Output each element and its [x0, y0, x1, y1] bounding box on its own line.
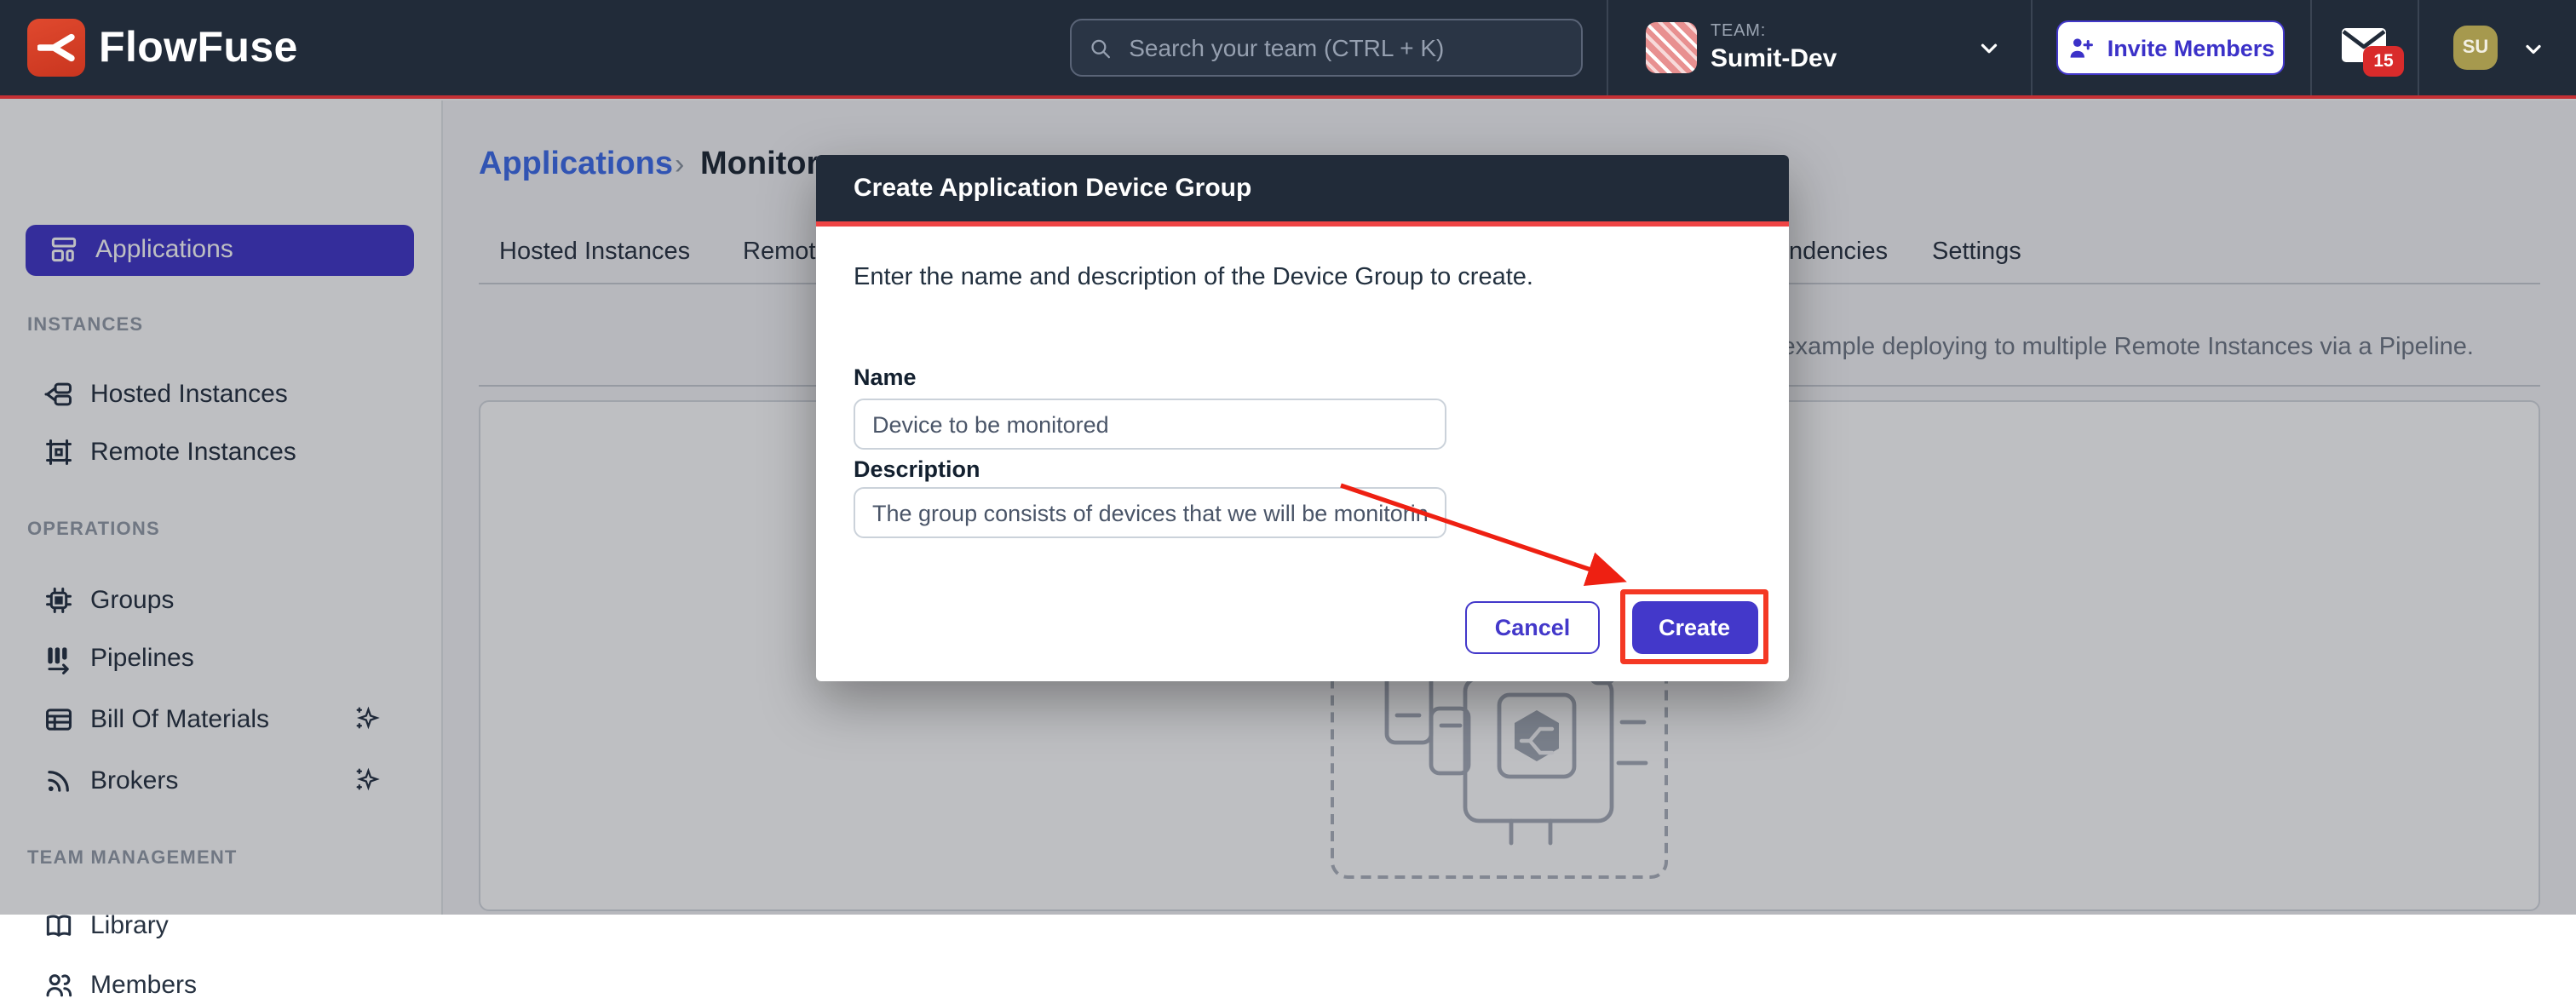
team-chevron-down-icon[interactable] [1976, 36, 2002, 61]
description-field[interactable] [854, 487, 1446, 538]
notification-count-badge[interactable]: 15 [2363, 46, 2404, 77]
search-icon [1089, 35, 1112, 60]
invite-members-button[interactable]: Invite Members [2056, 20, 2285, 75]
team-label: TEAM: [1711, 22, 1766, 41]
modal-header: Create Application Device Group [816, 155, 1789, 227]
name-field[interactable] [854, 399, 1446, 450]
create-button[interactable]: Create [1631, 600, 1757, 653]
create-device-group-modal: Create Application Device Group Enter th… [816, 155, 1789, 681]
nav-divider [1607, 0, 1608, 95]
cancel-button[interactable]: Cancel [1465, 600, 1600, 653]
user-chevron-down-icon[interactable] [2521, 37, 2545, 61]
top-navbar: FlowFuse TEAM: Sumit-Dev Invite Members … [0, 0, 2576, 99]
logo-text: FlowFuse [99, 23, 298, 72]
modal-footer: Cancel Create [1465, 589, 1768, 664]
person-plus-icon [2067, 33, 2096, 62]
flowfuse-app: FlowFuse TEAM: Sumit-Dev Invite Members … [0, 0, 2576, 915]
flowfuse-logo-icon [27, 19, 85, 77]
user-avatar[interactable]: SU [2453, 26, 2498, 70]
create-button-annotation-ring: Create [1620, 589, 1768, 664]
name-label: Name [854, 364, 917, 390]
members-icon [43, 969, 75, 1001]
search-input[interactable] [1125, 32, 1564, 63]
nav-divider [2310, 0, 2312, 95]
description-label: Description [854, 456, 980, 482]
flowfuse-logo[interactable]: FlowFuse [27, 19, 298, 77]
sidebar-item-members[interactable]: Members [43, 967, 197, 1004]
modal-description: Enter the name and description of the De… [854, 264, 1533, 291]
nav-divider [2031, 0, 2033, 95]
team-search[interactable] [1070, 19, 1583, 77]
team-name[interactable]: Sumit-Dev [1711, 44, 1837, 73]
sidebar-item-label: Library [90, 911, 169, 940]
sidebar-item-label: Members [90, 971, 197, 1000]
modal-title: Create Application Device Group [854, 174, 1251, 203]
team-avatar[interactable] [1646, 22, 1697, 73]
invite-members-label: Invite Members [2107, 35, 2275, 60]
nav-divider [2418, 0, 2419, 95]
